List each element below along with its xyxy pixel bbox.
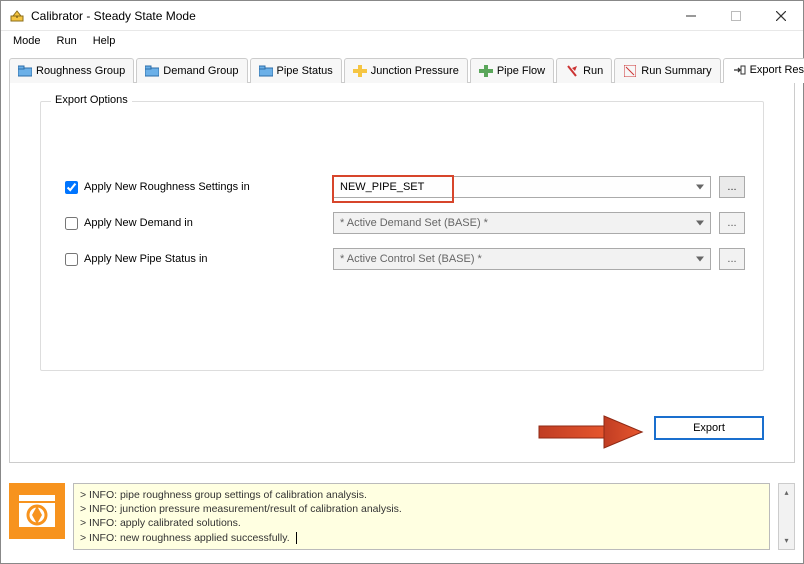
log-output[interactable]: > INFO: pipe roughness group settings of… bbox=[73, 483, 770, 550]
browse-demand-button: ... bbox=[719, 212, 745, 234]
minimize-icon bbox=[686, 11, 696, 21]
combo-value: * Active Control Set (BASE) * bbox=[340, 253, 482, 265]
export-options-group: Export Options Apply New Roughness Setti… bbox=[40, 101, 764, 371]
tab-label: Pipe Status bbox=[277, 65, 333, 77]
app-icon bbox=[9, 8, 25, 24]
client-area: Roughness Group Demand Group Pipe Status… bbox=[1, 53, 803, 471]
ellipsis-icon: ... bbox=[727, 217, 736, 229]
log-line: > INFO: junction pressure measurement/re… bbox=[80, 502, 763, 516]
tab-bar: Roughness Group Demand Group Pipe Status… bbox=[9, 57, 795, 83]
log-line-text: > INFO: new roughness applied successful… bbox=[80, 532, 290, 544]
checkbox-roughness[interactable] bbox=[65, 181, 78, 194]
menu-help[interactable]: Help bbox=[87, 33, 122, 49]
combo-demand: * Active Demand Set (BASE) * bbox=[333, 212, 711, 234]
tab-roughness-group[interactable]: Roughness Group bbox=[9, 58, 134, 83]
run-icon bbox=[565, 64, 579, 78]
browse-roughness-button[interactable]: ... bbox=[719, 176, 745, 198]
tab-label: Pipe Flow bbox=[497, 65, 545, 77]
label-text: Apply New Demand in bbox=[84, 217, 193, 229]
close-icon bbox=[776, 11, 786, 21]
text-caret-icon bbox=[296, 532, 297, 544]
maximize-icon bbox=[731, 11, 741, 21]
ellipsis-icon: ... bbox=[727, 181, 736, 193]
tab-demand-group[interactable]: Demand Group bbox=[136, 58, 247, 83]
export-panel: Export Options Apply New Roughness Setti… bbox=[9, 83, 795, 463]
tab-label: Run bbox=[583, 65, 603, 77]
export-button-label: Export bbox=[693, 422, 725, 434]
camera-aperture-icon bbox=[9, 483, 65, 539]
menu-run[interactable]: Run bbox=[51, 33, 83, 49]
log-scrollbar[interactable]: ▴ ▾ bbox=[778, 483, 795, 550]
scroll-up-icon[interactable]: ▴ bbox=[779, 484, 794, 500]
log-line: > INFO: pipe roughness group settings of… bbox=[80, 488, 763, 502]
tab-run-summary[interactable]: Run Summary bbox=[614, 58, 720, 83]
checkbox-pipe-status[interactable] bbox=[65, 253, 78, 266]
run-summary-icon bbox=[623, 64, 637, 78]
browse-pipe-status-button: ... bbox=[719, 248, 745, 270]
row-roughness: Apply New Roughness Settings in NEW_PIPE… bbox=[65, 176, 745, 198]
titlebar: Calibrator - Steady State Mode bbox=[1, 1, 803, 31]
export-button[interactable]: Export bbox=[654, 416, 764, 440]
tab-label: Junction Pressure bbox=[371, 65, 459, 77]
minimize-button[interactable] bbox=[668, 1, 713, 30]
export-results-icon bbox=[732, 63, 746, 77]
tab-label: Run Summary bbox=[641, 65, 711, 77]
annotation-arrow-icon bbox=[534, 410, 644, 454]
window-controls bbox=[668, 1, 803, 30]
maximize-button[interactable] bbox=[713, 1, 758, 30]
row-demand: Apply New Demand in * Active Demand Set … bbox=[65, 212, 745, 234]
combo-roughness[interactable]: NEW_PIPE_SET bbox=[333, 176, 711, 198]
combo-value: NEW_PIPE_SET bbox=[340, 181, 424, 193]
group-title: Export Options bbox=[51, 94, 132, 106]
folder-icon bbox=[18, 64, 32, 78]
tab-label: Export Results bbox=[750, 64, 804, 76]
close-button[interactable] bbox=[758, 1, 803, 30]
checkbox-demand-label[interactable]: Apply New Demand in bbox=[65, 217, 325, 230]
tab-pipe-flow[interactable]: Pipe Flow bbox=[470, 58, 554, 83]
tab-label: Roughness Group bbox=[36, 65, 125, 77]
junction-pressure-icon bbox=[353, 64, 367, 78]
folder-icon bbox=[145, 64, 159, 78]
row-pipe-status: Apply New Pipe Status in * Active Contro… bbox=[65, 248, 745, 270]
log-area: > INFO: pipe roughness group settings of… bbox=[9, 483, 795, 550]
tab-run[interactable]: Run bbox=[556, 58, 612, 83]
scroll-down-icon[interactable]: ▾ bbox=[779, 533, 794, 549]
log-line: > INFO: apply calibrated solutions. bbox=[80, 516, 763, 530]
checkbox-pipe-status-label[interactable]: Apply New Pipe Status in bbox=[65, 253, 325, 266]
menubar: Mode Run Help bbox=[1, 31, 803, 53]
menu-mode[interactable]: Mode bbox=[7, 33, 47, 49]
checkbox-roughness-label[interactable]: Apply New Roughness Settings in bbox=[65, 181, 325, 194]
checkbox-demand[interactable] bbox=[65, 217, 78, 230]
tab-label: Demand Group bbox=[163, 65, 238, 77]
folder-icon bbox=[259, 64, 273, 78]
combo-value: * Active Demand Set (BASE) * bbox=[340, 217, 488, 229]
window-title: Calibrator - Steady State Mode bbox=[31, 9, 668, 23]
label-text: Apply New Roughness Settings in bbox=[84, 181, 250, 193]
ellipsis-icon: ... bbox=[727, 253, 736, 265]
combo-pipe-status: * Active Control Set (BASE) * bbox=[333, 248, 711, 270]
tab-export-results[interactable]: Export Results bbox=[723, 58, 804, 83]
tab-junction-pressure[interactable]: Junction Pressure bbox=[344, 58, 468, 83]
log-line: > INFO: new roughness applied successful… bbox=[80, 531, 763, 545]
pipe-flow-icon bbox=[479, 64, 493, 78]
tab-pipe-status[interactable]: Pipe Status bbox=[250, 58, 342, 83]
label-text: Apply New Pipe Status in bbox=[84, 253, 208, 265]
